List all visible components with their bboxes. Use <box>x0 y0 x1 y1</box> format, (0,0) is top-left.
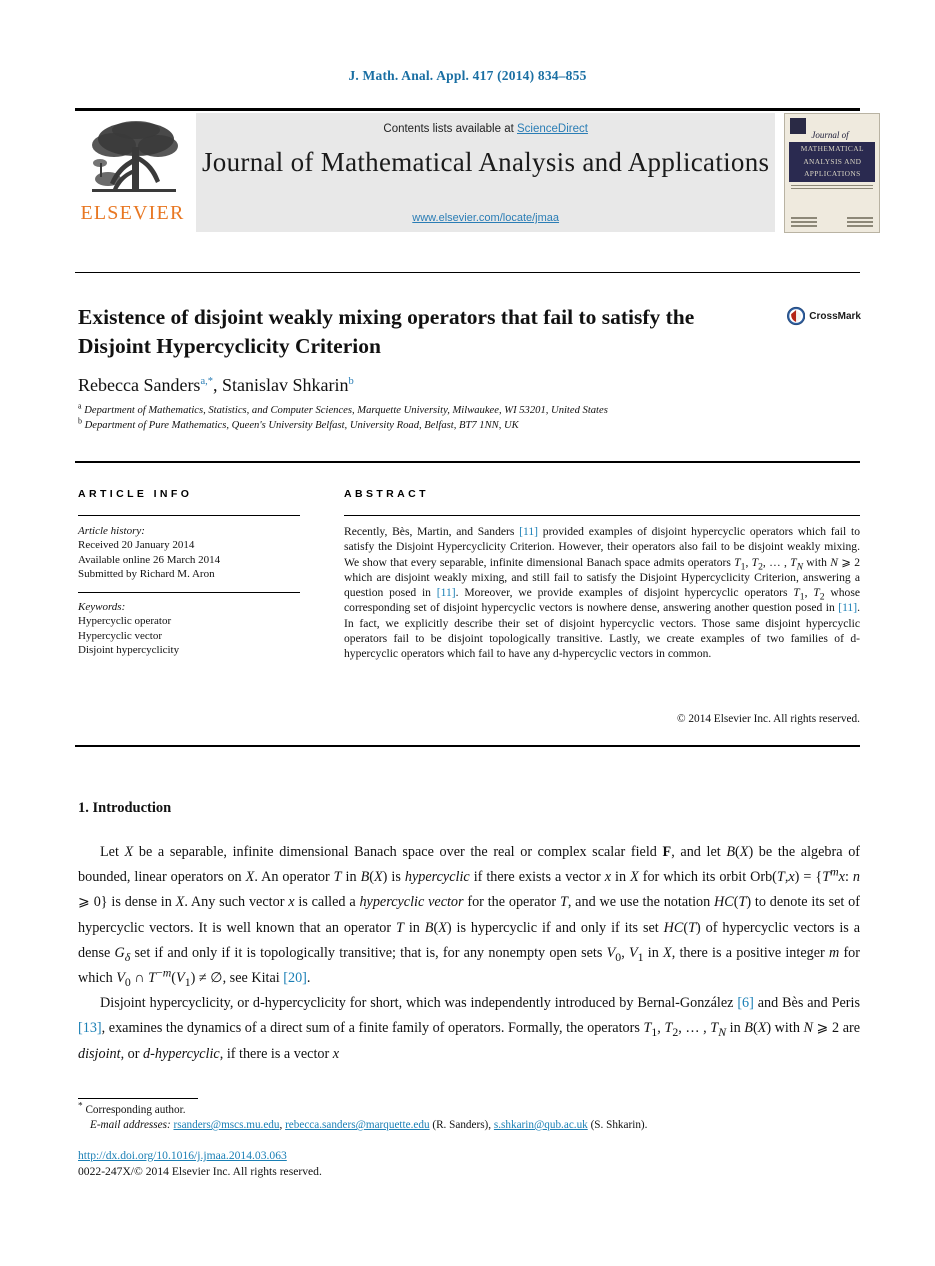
article-history-block: Article history: Received 20 January 201… <box>78 524 308 582</box>
cover-text-columns <box>791 190 873 216</box>
info-section-bottom-rule <box>75 745 860 747</box>
elsevier-logo: ELSEVIER <box>75 111 190 236</box>
keyword-item: Hypercyclic vector <box>78 629 162 642</box>
email-link-3[interactable]: s.shkarin@qub.ac.uk <box>494 1119 588 1131</box>
running-head: J. Math. Anal. Appl. 417 (2014) 834–855 <box>348 68 587 83</box>
citation-ref[interactable]: [11] <box>437 586 456 599</box>
paragraph-1: Let X be a separable, infinite dimension… <box>78 844 861 989</box>
journal-homepage-link[interactable]: www.elsevier.com/locate/jmaa <box>412 212 559 226</box>
info-heading-rule <box>78 515 300 516</box>
article-info-heading: ARTICLE INFO <box>78 488 193 500</box>
affiliation-b-text: Department of Pure Mathematics, Queen's … <box>84 419 519 431</box>
article-history-label: Article history: <box>78 525 145 537</box>
abstract-copyright: © 2014 Elsevier Inc. All rights reserved… <box>676 713 860 725</box>
affiliation-a-text: Department of Mathematics, Statistics, a… <box>84 405 608 416</box>
keyword-item: Disjoint hypercyclicity <box>78 644 180 657</box>
title-divider <box>75 272 860 273</box>
citation-ref[interactable]: [6] <box>737 995 754 1011</box>
article-available-online: Available online 26 March 2014 <box>78 553 221 566</box>
abstract-heading-rule <box>344 515 860 516</box>
crossmark-icon <box>787 306 806 326</box>
keyword-item: Hypercyclic operator <box>78 615 172 628</box>
journal-masthead: ELSEVIER Contents lists available at Sci… <box>75 108 881 236</box>
doi-link[interactable]: http://dx.doi.org/10.1016/j.jmaa.2014.03… <box>78 1149 287 1162</box>
article-submitted-by: Submitted by Richard M. Aron <box>78 568 215 581</box>
paragraph-2: Disjoint hypercyclicity, or d-hypercycli… <box>78 995 861 1062</box>
affiliation-b: b Department of Pure Mathematics, Queen'… <box>78 415 519 431</box>
elsevier-tree-icon <box>91 121 178 192</box>
page-title: Existence of disjoint weakly mixing oper… <box>78 305 695 359</box>
abstract-heading: ABSTRACT <box>344 488 429 500</box>
contents-available-line: Contents lists available at ScienceDirec… <box>383 123 588 135</box>
crossmark-label: CrossMark <box>809 310 861 322</box>
section-body: Let X be a separable, infinite dimension… <box>78 840 860 1067</box>
citation-ref[interactable]: [20] <box>283 970 307 986</box>
elsevier-wordmark: ELSEVIER <box>80 202 185 224</box>
cover-journal-of: Journal of <box>811 130 849 140</box>
affiliation-a: a Department of Mathematics, Statistics,… <box>78 401 608 416</box>
masthead-center: Contents lists available at ScienceDirec… <box>196 113 776 232</box>
info-section-top-rule <box>75 461 860 463</box>
affiliations: a Department of Mathematics, Statistics,… <box>78 401 818 433</box>
email-owner-1: (R. Sanders) <box>432 1119 489 1131</box>
keywords-block: Keywords: Hypercyclic operator Hypercycl… <box>78 600 308 658</box>
keywords-rule <box>78 592 300 593</box>
journal-cover-thumbnail[interactable]: Journal of MATHEMATICAL ANALYSIS AND APP… <box>781 111 883 236</box>
crossmark-badge[interactable]: CrossMark <box>787 294 861 338</box>
contents-prefix: Contents lists available at <box>383 123 517 135</box>
cover-footer <box>791 217 874 229</box>
citation-ref[interactable]: [11] <box>519 525 538 538</box>
citation-ref[interactable]: [11] <box>838 601 857 614</box>
email-link-1[interactable]: rsanders@mscs.mu.edu <box>173 1119 279 1131</box>
footer-doi-block: http://dx.doi.org/10.1016/j.jmaa.2014.03… <box>78 1148 578 1179</box>
email-label: E-mail addresses: <box>90 1119 171 1131</box>
issn-copyright-line: 0022-247X/© 2014 Elsevier Inc. All right… <box>78 1164 322 1178</box>
author-list: Rebecca Sandersa,*, Stanislav Shkarinb <box>78 375 354 395</box>
corresponding-marker: * <box>78 1101 83 1112</box>
citation-ref[interactable]: [13] <box>78 1020 102 1036</box>
corresponding-author-note: * Corresponding author. <box>78 1101 860 1118</box>
email-addresses-note: E-mail addresses: rsanders@mscs.mu.edu, … <box>90 1119 648 1131</box>
article-page: J. Math. Anal. Appl. 417 (2014) 834–855 <box>0 0 935 1266</box>
article-received: Received 20 January 2014 <box>78 539 195 552</box>
journal-title: Journal of Mathematical Analysis and App… <box>202 147 770 177</box>
cover-band-title: MATHEMATICAL ANALYSIS AND APPLICATIONS <box>789 142 876 182</box>
section-heading-introduction: 1. Introduction <box>78 800 172 816</box>
keywords-label: Keywords: <box>78 601 126 613</box>
sciencedirect-link[interactable]: ScienceDirect <box>517 123 588 135</box>
footnote-rule <box>78 1098 198 1099</box>
email-owner-3: (S. Shkarin). <box>590 1119 648 1131</box>
corresponding-author-text: Corresponding author. <box>85 1104 186 1116</box>
email-link-2[interactable]: rebecca.sanders@marquette.edu <box>285 1119 429 1131</box>
abstract-text: Recently, Bès, Martin, and Sanders [11] … <box>344 525 860 661</box>
cover-publisher-mark <box>790 118 807 134</box>
footnotes-block: * Corresponding author. E-mail addresses… <box>78 1101 860 1133</box>
